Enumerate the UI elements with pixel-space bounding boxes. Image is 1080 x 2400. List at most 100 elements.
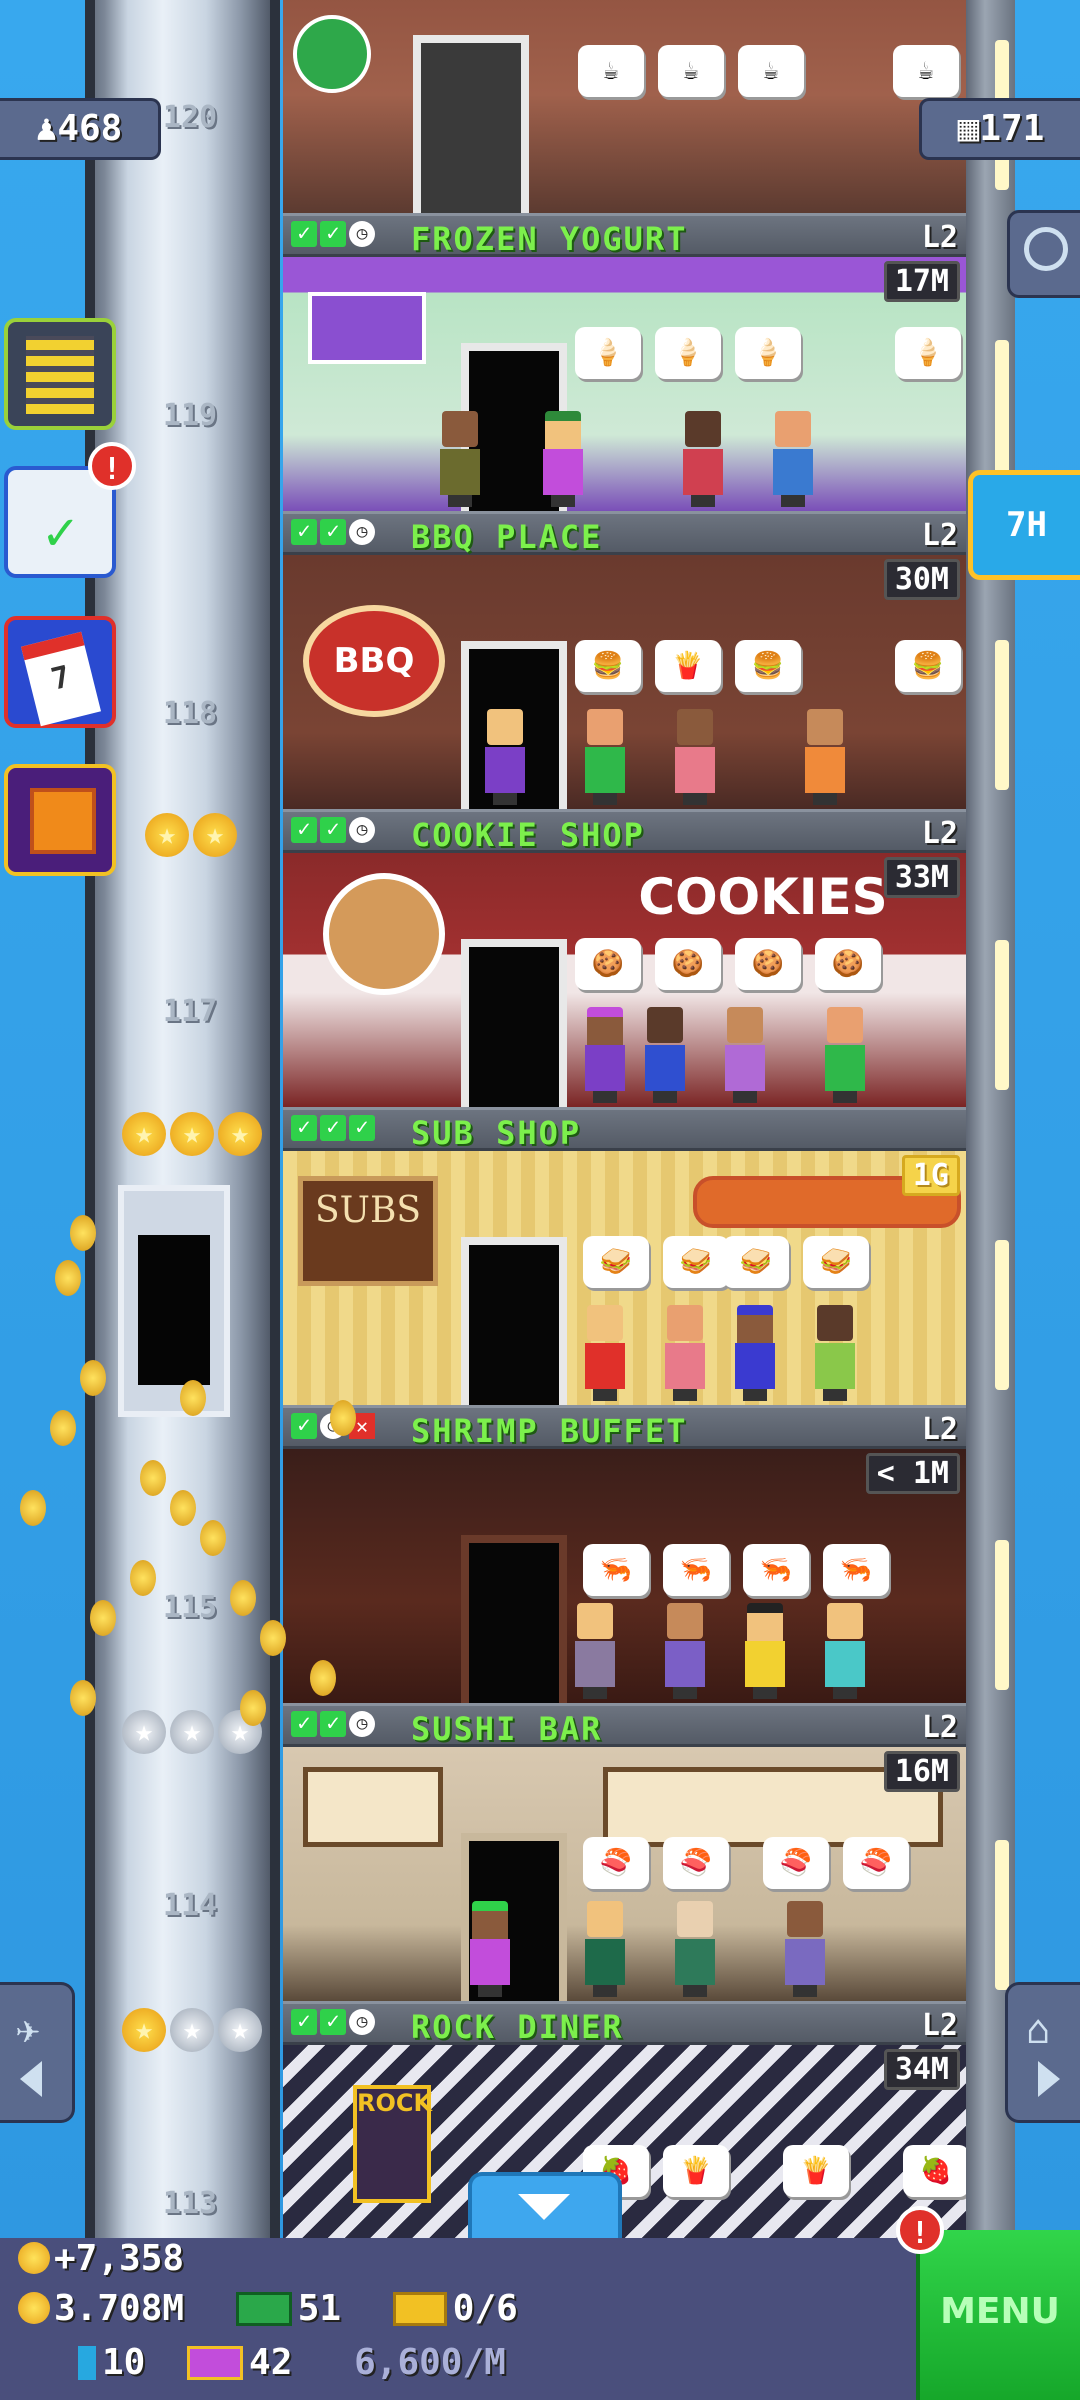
- flying-coin: [20, 1490, 46, 1526]
- search-button[interactable]: [1007, 210, 1080, 298]
- calendar-icon: 7: [21, 631, 101, 727]
- lobby-nav-button[interactable]: ⌂: [1005, 1982, 1080, 2123]
- floor-level: L2: [921, 816, 958, 851]
- coin-gain-row: +7,358: [18, 2238, 184, 2279]
- elevator-door: [138, 1235, 210, 1385]
- population-value: 468: [57, 108, 123, 149]
- star-icon: ★: [122, 2008, 166, 2052]
- arrow-right-icon: [1038, 2061, 1060, 2097]
- star-rating: ★ ★ ★: [122, 2008, 262, 2052]
- order-bubble: 🍦: [575, 327, 641, 379]
- flying-coin: [90, 1600, 116, 1636]
- floor-label-bar: ✓✓✓ SUB SHOP L2: [283, 1107, 966, 1152]
- floor-number: 117: [162, 994, 218, 1029]
- visitor-nav-button[interactable]: ✈: [0, 1982, 75, 2123]
- floor-label-bar: ✓ ✓ ◷ ROCK DINER L2: [283, 2001, 966, 2046]
- flying-coin: [55, 1260, 81, 1296]
- star-icon: ★: [193, 813, 237, 857]
- star-icon: ★: [122, 1710, 166, 1754]
- stock-indicator: < 1M: [865, 1453, 960, 1494]
- floor-name: COOKIE SHOP: [411, 816, 645, 854]
- floor-level: L2: [921, 1710, 958, 1745]
- stock-indicator: 30M: [883, 559, 960, 600]
- order-bubble: 🦐: [823, 1544, 889, 1596]
- flying-coin: [130, 1560, 156, 1596]
- star-icon: ★: [218, 1112, 262, 1156]
- clock-icon: ◷: [349, 1711, 375, 1737]
- floor-rock-diner[interactable]: ✓ ✓ ◷ ROCK DINER L2 34M ROCK 🍓 🍟 🍟 🍓: [283, 2001, 966, 2251]
- order-bubble: 🍓: [903, 2145, 966, 2197]
- star-icon: ★: [170, 1710, 214, 1754]
- order-bubble: 🦐: [743, 1544, 809, 1596]
- gift-button[interactable]: [4, 764, 116, 876]
- floor-number: 113: [162, 2186, 218, 2221]
- gems-value: 42: [249, 2342, 293, 2383]
- flying-coin: [170, 1490, 196, 1526]
- order-bubble: 🍣: [663, 1837, 729, 1889]
- floor-frozen-yogurt[interactable]: ✓ ✓ ◷ FROZEN YOGURT L2 17M 🍦 🍦 🍦 🍦: [283, 213, 966, 511]
- floor-sushi-bar[interactable]: ✓ ✓ ◷ SUSHI BAR L2 16M 🍣 🍣 🍣 🍣: [283, 1703, 966, 2001]
- menu-alert-badge: !: [896, 2206, 944, 2254]
- clock-icon: ◷: [349, 2009, 375, 2035]
- order-bubble: 🥪: [723, 1236, 789, 1288]
- star-icon: ★: [218, 2008, 262, 2052]
- window-light: [995, 340, 1009, 490]
- check-icon: ✓: [291, 1115, 317, 1141]
- order-bubble: 🍟: [663, 2145, 729, 2197]
- floor-number: 120: [162, 100, 218, 135]
- tower-bux-value: 171: [979, 108, 1045, 149]
- floor-name: FROZEN YOGURT: [411, 220, 688, 258]
- window-light: [995, 1540, 1009, 1690]
- check-icon: ✓: [320, 817, 346, 843]
- floor-bbq-place[interactable]: ✓ ✓ ◷ BBQ PLACE L2 30M BBQ 🍔 🍟 🍔 🍔: [283, 511, 966, 809]
- clock-icon: ◷: [349, 221, 375, 247]
- order-bubble: 🍣: [763, 1837, 829, 1889]
- door: [461, 1237, 567, 1405]
- order-bubble: 🥪: [663, 1236, 729, 1288]
- floor-level: L2: [921, 518, 958, 553]
- floor-sub-shop[interactable]: ✓✓✓ SUB SHOP L2 1G SUBS 🥪 🥪 🥪 🥪: [283, 1107, 966, 1405]
- check-icon: ✓: [291, 1413, 317, 1439]
- restock-timer-button[interactable]: 7H: [968, 470, 1080, 580]
- order-bubble: ☕: [738, 45, 804, 97]
- order-bubble: 🥪: [803, 1236, 869, 1288]
- flying-coin: [230, 1580, 256, 1616]
- flying-coin: [50, 1410, 76, 1446]
- coffee-icon: [293, 15, 371, 93]
- check-icon: ✓: [291, 221, 317, 247]
- tower-bux-counter[interactable]: ▦171: [919, 98, 1080, 160]
- floor-cookie-shop[interactable]: ✓ ✓ ◷ COOKIE SHOP L2 33M COOKIES 🍪 🍪 🍪 🍪: [283, 809, 966, 1107]
- menu-button[interactable]: MENU: [916, 2230, 1080, 2400]
- population-counter[interactable]: ♟468: [0, 98, 161, 160]
- star-icon: ★: [122, 1112, 166, 1156]
- order-bubble: 🍪: [575, 938, 641, 990]
- check-icon: ✓: [320, 519, 346, 545]
- check-icon: ✓: [291, 519, 317, 545]
- flying-coin: [330, 1400, 356, 1436]
- floor-coffee-room[interactable]: ☕ ☕ ☕ ☕: [283, 0, 966, 215]
- clock-icon: ◷: [349, 519, 375, 545]
- gift-icon: [30, 788, 96, 854]
- order-bubble: 🍔: [735, 640, 801, 692]
- tower-edge: [965, 0, 1015, 2250]
- flying-coin: [260, 1620, 286, 1656]
- floor-name: BBQ PLACE: [411, 518, 603, 556]
- floor-number: 118: [162, 696, 218, 731]
- floor-label-bar: ✓ ✓ ◷ FROZEN YOGURT L2: [283, 213, 966, 258]
- floor-number: 115: [162, 1590, 218, 1625]
- floor-name: SHRIMP BUFFET: [411, 1412, 688, 1450]
- build-floor-button[interactable]: [4, 318, 116, 430]
- floor-name: SUB SHOP: [411, 1114, 582, 1152]
- stock-indicator: 16M: [883, 1751, 960, 1792]
- check-icon: ✓: [291, 1711, 317, 1737]
- clock-icon: ◷: [349, 817, 375, 843]
- floor-level: L2: [921, 1412, 958, 1447]
- order-bubble: ☕: [658, 45, 724, 97]
- income-rate: 6,600/M: [354, 2342, 506, 2383]
- elevator-car[interactable]: [118, 1185, 230, 1417]
- check-icon: ✓: [320, 221, 346, 247]
- scroll-down-button[interactable]: [468, 2172, 622, 2248]
- floor-shrimp-buffet[interactable]: ✓◷✕ SHRIMP BUFFET L2 < 1M 🦐 🦐 🦐 🦐: [283, 1405, 966, 1703]
- events-calendar-button[interactable]: 7: [4, 616, 116, 728]
- check-icon: ✓: [291, 2009, 317, 2035]
